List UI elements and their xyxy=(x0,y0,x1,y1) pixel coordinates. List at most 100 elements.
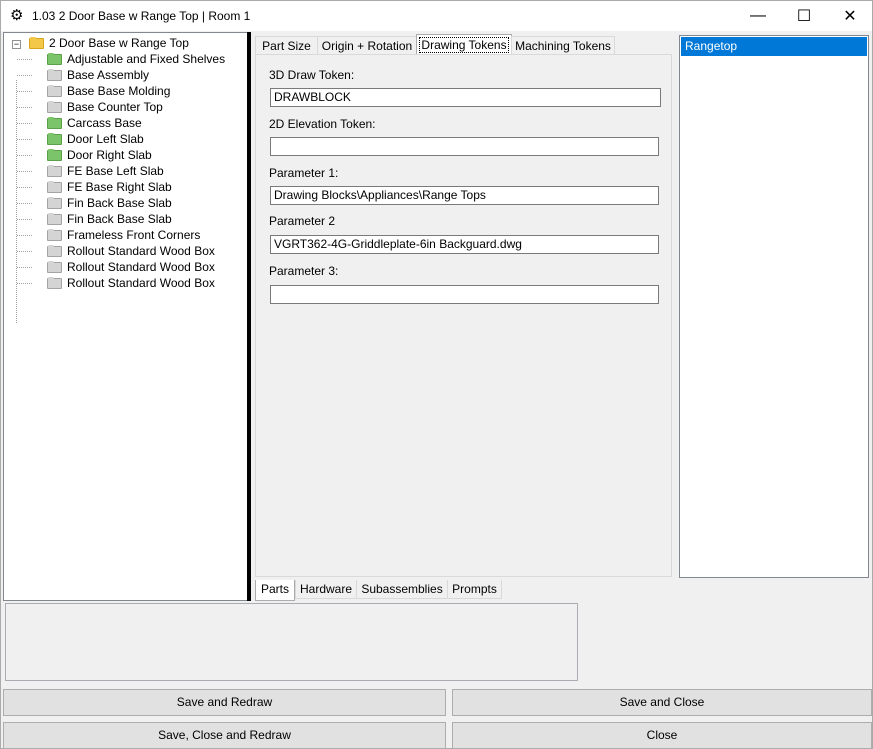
close-button[interactable]: Close xyxy=(452,722,872,749)
tree-node[interactable]: Adjustable and Fixed Shelves xyxy=(17,51,225,67)
panel-splitter[interactable] xyxy=(247,32,251,601)
tab-drawing-tokens[interactable]: Drawing Tokens xyxy=(416,34,512,55)
window-title: 1.03 2 Door Base w Range Top | Room 1 xyxy=(32,9,251,23)
tree-node[interactable]: Carcass Base xyxy=(17,115,142,131)
assembly-tree[interactable]: − 2 Door Base w Range Top Adjustable and… xyxy=(3,32,248,601)
elevation-token-2d-label: 2D Elevation Token: xyxy=(269,117,376,131)
tree-node-label: Fin Back Base Slab xyxy=(67,196,172,210)
tree-node[interactable]: Fin Back Base Slab xyxy=(17,195,172,211)
tree-connector xyxy=(17,250,32,252)
folder-icon xyxy=(47,148,62,161)
tree-node[interactable]: FE Base Left Slab xyxy=(17,163,164,179)
folder-icon xyxy=(47,260,62,273)
output-panel xyxy=(5,603,578,681)
tree-root-node[interactable]: − 2 Door Base w Range Top xyxy=(4,35,244,51)
tab-prompts[interactable]: Prompts xyxy=(447,580,502,599)
token-listbox[interactable]: Rangetop xyxy=(679,35,869,578)
folder-icon xyxy=(47,180,62,193)
tab-parts[interactable]: Parts xyxy=(255,580,295,601)
folder-icon xyxy=(47,100,62,113)
parameter-2-label: Parameter 2 xyxy=(269,214,336,228)
tree-node-label: Base Assembly xyxy=(67,68,150,82)
tree-node-label: Adjustable and Fixed Shelves xyxy=(67,52,226,66)
tab-hardware[interactable]: Hardware xyxy=(295,580,357,599)
list-item[interactable]: Rangetop xyxy=(681,37,867,56)
tree-node-label: Frameless Front Corners xyxy=(67,228,201,242)
parameter-3-field[interactable] xyxy=(270,285,659,304)
tree-connector xyxy=(17,170,32,172)
tree-root-label: 2 Door Base w Range Top xyxy=(49,36,189,50)
tree-connector xyxy=(17,154,32,156)
tree-node[interactable]: Base Assembly xyxy=(17,67,149,83)
gear-icon: ⚙ xyxy=(10,7,24,24)
folder-icon xyxy=(47,132,62,145)
tree-node-label: Fin Back Base Slab xyxy=(67,212,172,226)
tree-node-label: Door Left Slab xyxy=(67,132,144,146)
folder-icon xyxy=(47,212,62,225)
maximize-button[interactable]: ☐ xyxy=(781,1,827,31)
tree-node[interactable]: Rollout Standard Wood Box xyxy=(17,259,215,275)
tree-connector xyxy=(17,282,32,284)
tree-node[interactable]: Rollout Standard Wood Box xyxy=(17,243,215,259)
tree-node[interactable]: Base Counter Top xyxy=(17,99,163,115)
close-icon: ✕ xyxy=(843,8,857,25)
tree-connector xyxy=(17,90,32,92)
folder-icon xyxy=(47,228,62,241)
tree-connector xyxy=(17,266,32,268)
tree-node-label: Door Right Slab xyxy=(67,148,152,162)
tree-connector xyxy=(17,58,32,60)
tree-node[interactable]: Rollout Standard Wood Box xyxy=(17,275,215,291)
folder-icon xyxy=(47,244,62,257)
tab-machining-tokens[interactable]: Machining Tokens xyxy=(511,36,615,54)
draw-token-3d-field[interactable]: DRAWBLOCK xyxy=(270,88,661,107)
save-close-redraw-button[interactable]: Save, Close and Redraw xyxy=(3,722,446,749)
tree-connector xyxy=(17,202,32,204)
maximize-icon: ☐ xyxy=(796,8,812,25)
draw-token-3d-label: 3D Draw Token: xyxy=(269,68,355,82)
parameter-1-label: Parameter 1: xyxy=(269,166,339,180)
save-and-close-button[interactable]: Save and Close xyxy=(452,689,872,716)
tree-node-label: Base Counter Top xyxy=(67,100,163,114)
tree-node[interactable]: Fin Back Base Slab xyxy=(17,211,172,227)
parameter-3-label: Parameter 3: xyxy=(269,264,339,278)
folder-icon xyxy=(47,116,62,129)
tree-connector xyxy=(17,218,32,220)
folder-icon xyxy=(47,52,62,65)
tree-connector xyxy=(17,106,32,108)
tree-node-label: FE Base Right Slab xyxy=(67,180,172,194)
collapse-toggle-icon[interactable]: − xyxy=(12,40,21,49)
tree-node[interactable]: Door Left Slab xyxy=(17,131,144,147)
tree-node-label: Carcass Base xyxy=(67,116,142,130)
close-window-button[interactable]: ✕ xyxy=(827,1,873,31)
tree-node-label: Rollout Standard Wood Box xyxy=(67,276,215,290)
tree-node[interactable]: Door Right Slab xyxy=(17,147,152,163)
tree-connector xyxy=(17,138,32,140)
folder-icon xyxy=(47,84,62,97)
folder-icon xyxy=(47,196,62,209)
tree-node-label: Base Base Molding xyxy=(67,84,171,98)
tab-origin-rotation[interactable]: Origin + Rotation xyxy=(317,36,417,54)
tab-subassemblies[interactable]: Subassemblies xyxy=(356,580,448,599)
title-bar[interactable]: ⚙ 1.03 2 Door Base w Range Top | Room 1 … xyxy=(1,1,872,31)
tree-node-label: FE Base Left Slab xyxy=(67,164,164,178)
main-window: ⚙ 1.03 2 Door Base w Range Top | Room 1 … xyxy=(0,0,873,749)
folder-open-icon xyxy=(29,36,44,49)
tree-node-label: Rollout Standard Wood Box xyxy=(67,244,215,258)
tree-connector xyxy=(17,186,32,188)
tree-node[interactable]: Frameless Front Corners xyxy=(17,227,200,243)
folder-icon xyxy=(47,164,62,177)
tree-node-label: Rollout Standard Wood Box xyxy=(67,260,215,274)
elevation-token-2d-field[interactable] xyxy=(270,137,659,156)
save-and-redraw-button[interactable]: Save and Redraw xyxy=(3,689,446,716)
parameter-1-field[interactable]: Drawing Blocks\Appliances\Range Tops xyxy=(270,186,659,205)
minimize-button[interactable]: — xyxy=(735,1,781,31)
parameter-2-field[interactable]: VGRT362-4G-Griddleplate-6in Backguard.dw… xyxy=(270,235,659,254)
folder-icon xyxy=(47,68,62,81)
minimize-icon: — xyxy=(750,7,766,24)
tree-node[interactable]: FE Base Right Slab xyxy=(17,179,172,195)
tree-connector xyxy=(17,74,32,76)
tab-part-size[interactable]: Part Size xyxy=(255,36,318,54)
tree-connector xyxy=(17,122,32,124)
tree-node[interactable]: Base Base Molding xyxy=(17,83,170,99)
folder-icon xyxy=(47,276,62,289)
